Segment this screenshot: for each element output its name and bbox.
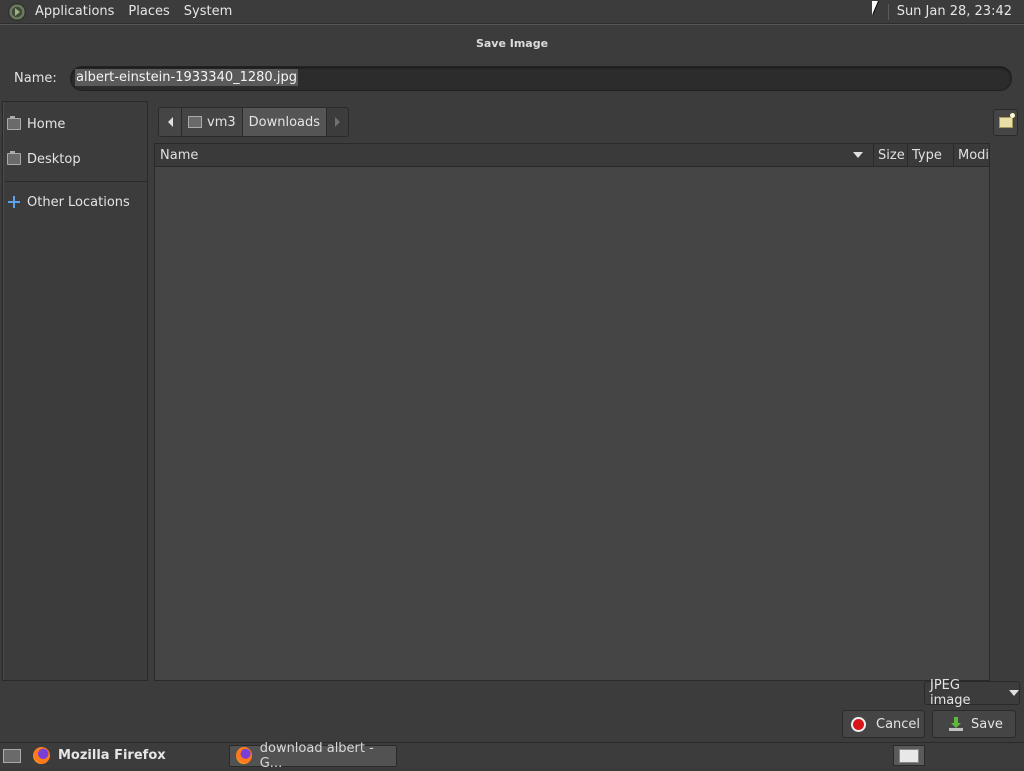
path-segment-downloads[interactable]: Downloads [242,107,328,137]
file-list-header: Name Size Type Modif [155,144,989,167]
sidebar-divider [5,181,147,182]
task-label: download albert - G... [259,740,374,771]
firefox-icon [236,747,252,764]
clock[interactable]: Sun Jan 28, 23:42 [897,4,1012,19]
column-header-name[interactable]: Name [155,144,874,166]
cancel-button[interactable]: Cancel [842,710,925,738]
cancel-icon [851,716,866,732]
path-back-button[interactable] [158,107,182,137]
save-download-icon [949,717,963,731]
desktop-folder-icon [7,151,21,165]
cancel-label: Cancel [876,716,921,732]
path-forward-button[interactable] [327,107,350,137]
scrollbar-gutter [990,143,1020,681]
menu-system[interactable]: System [181,4,235,19]
path-segment-label: Downloads [248,114,321,130]
path-segment-label: vm3 [207,114,236,130]
path-bar: vm3 Downloads [158,107,350,137]
firefox-icon [33,747,50,764]
sidebar-item-label: Other Locations [27,194,130,210]
workspace-icon [899,748,919,763]
distro-logo-icon[interactable] [8,2,26,21]
menu-applications[interactable]: Applications [32,4,117,19]
column-header-modified[interactable]: Modif [954,144,989,166]
path-segment-vm3[interactable]: vm3 [182,107,243,137]
sidebar-item-label: Desktop [27,151,81,167]
task-label: Mozilla Firefox [58,748,166,763]
top-panel: Applications Places System Sun Jan 28, 2… [0,0,1024,24]
plus-icon [7,195,21,209]
panel-separator [887,3,889,20]
show-desktop-icon[interactable] [3,748,21,763]
places-sidebar: Home Desktop Other Locations [2,101,148,681]
column-header-size[interactable]: Size [874,144,908,166]
filetype-value: JPEG image [930,678,971,708]
home-folder-icon [7,116,21,130]
mouse-cursor-icon [872,1,878,15]
bottom-taskbar: Mozilla Firefox download albert - G... [0,741,1024,771]
filetype-select[interactable]: JPEG image [924,678,1020,708]
taskbar-item-download-window[interactable]: download albert - G... [229,741,397,771]
save-image-dialog: Save Image Name: albert-einstein-1933340… [0,24,1024,742]
chevron-right-icon [335,117,341,127]
new-folder-icon [998,113,1015,128]
workspace-switcher[interactable] [893,745,925,766]
sort-down-icon [853,152,863,158]
save-button[interactable]: Save [932,710,1016,738]
dialog-title: Save Image [475,37,549,50]
save-label: Save [971,716,1003,732]
sidebar-item-other-locations[interactable]: Other Locations [7,191,130,213]
chevron-left-icon [167,117,173,127]
column-name-label: Name [160,147,199,163]
sidebar-item-home[interactable]: Home [7,113,65,135]
taskbar-item-firefox[interactable]: Mozilla Firefox [27,745,189,767]
filename-input[interactable]: albert-einstein-1933340_1280.jpg [70,66,1012,91]
filename-selected-text: albert-einstein-1933340_1280.jpg [75,69,298,86]
name-label: Name: [14,71,57,86]
file-list[interactable]: Name Size Type Modif [154,143,990,681]
sidebar-item-desktop[interactable]: Desktop [7,148,81,170]
create-folder-button[interactable] [993,109,1018,136]
column-header-type[interactable]: Type [908,144,954,166]
home-folder-icon [188,116,202,128]
menu-places[interactable]: Places [125,4,172,19]
chevron-down-icon [1009,690,1019,696]
sidebar-item-label: Home [27,116,66,132]
